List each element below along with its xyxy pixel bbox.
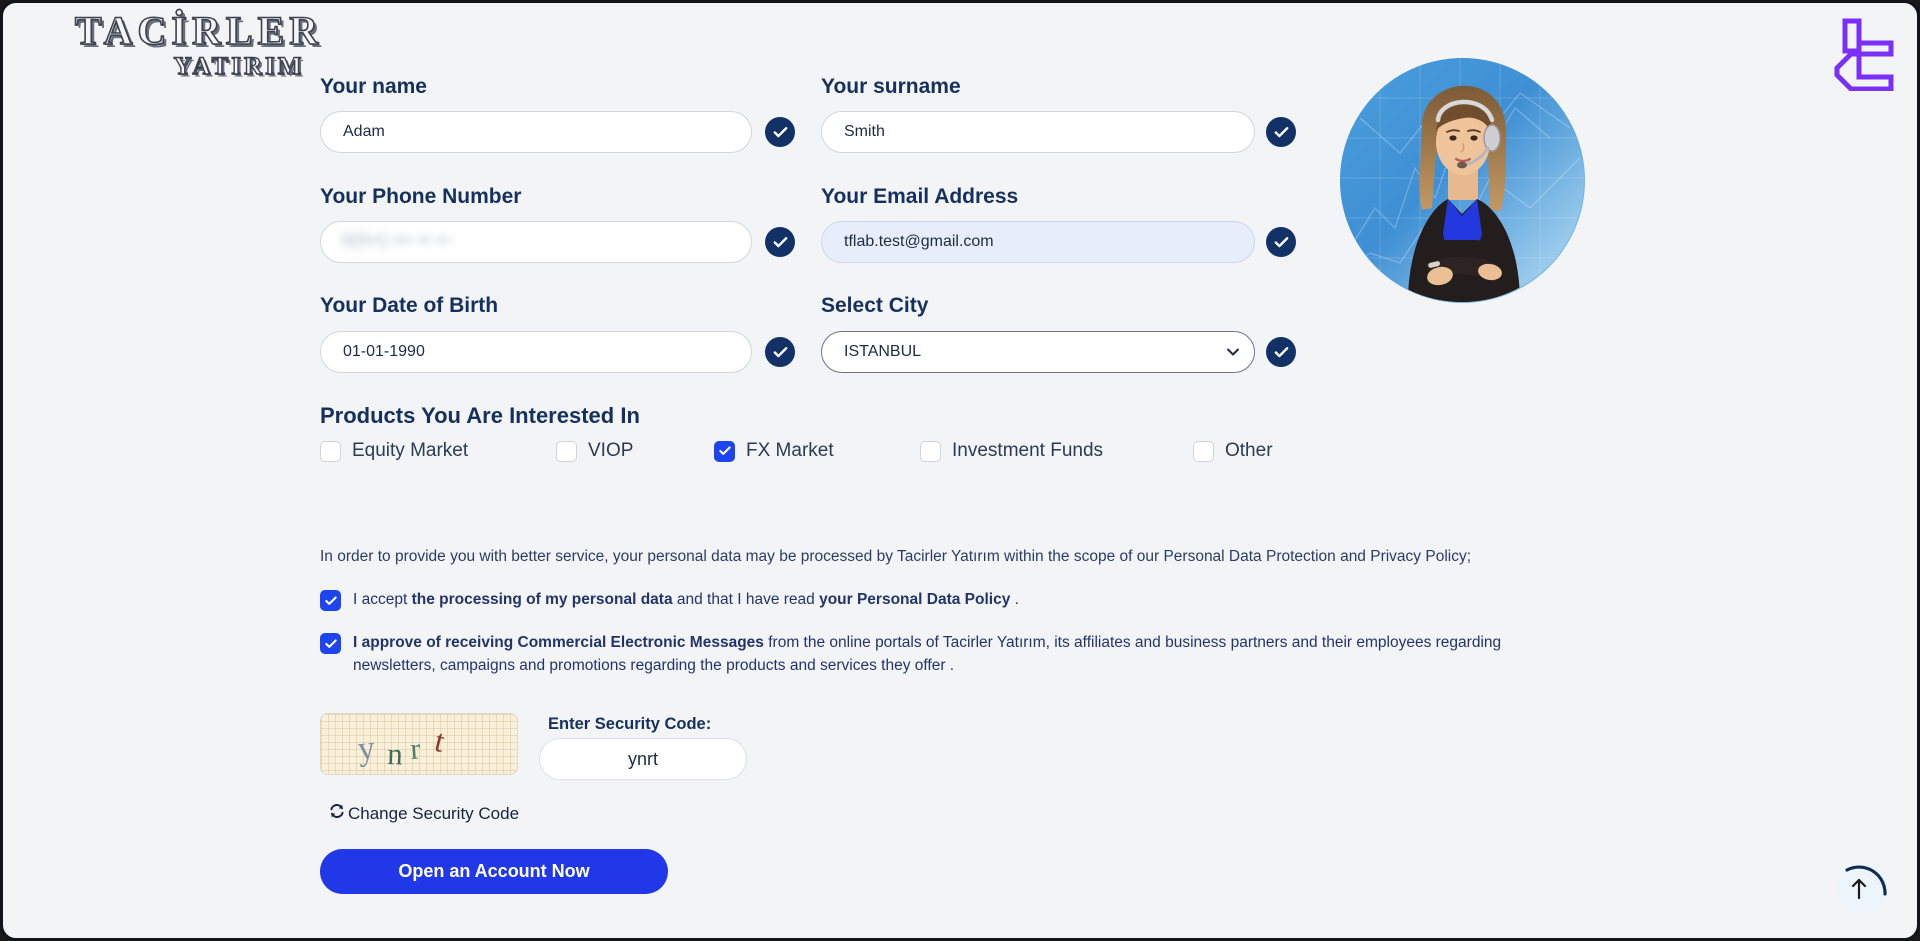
label-your-surname: Your surname [821, 75, 961, 98]
checkbox-investment-funds[interactable]: Investment Funds [920, 440, 1103, 462]
input-security-code[interactable] [539, 738, 747, 780]
svg-text:y: y [356, 729, 377, 768]
svg-text:t: t [431, 722, 448, 759]
checkbox-box-investment-funds[interactable] [920, 440, 941, 462]
refresh-icon [329, 803, 345, 824]
checkbox-label-viop: VIOP [588, 440, 634, 461]
customer-service-agent-photo [1340, 58, 1585, 303]
validation-check-name-icon [765, 117, 795, 147]
label-your-phone-number: Your Phone Number [320, 185, 522, 208]
consent-intro-text: In order to provide you with better serv… [320, 548, 1472, 565]
products-section-title: Products You Are Interested In [320, 403, 640, 428]
validation-check-phone-icon [765, 227, 795, 257]
consent-row-personal-data[interactable]: I accept the processing of my personal d… [320, 588, 1620, 611]
checkbox-equity-market[interactable]: Equity Market [320, 440, 468, 462]
label-your-name: Your name [320, 75, 427, 98]
validation-check-surname-icon [1266, 117, 1296, 147]
validation-check-city-icon [1266, 337, 1296, 367]
svg-text:n: n [387, 736, 404, 772]
checkbox-other[interactable]: Other [1193, 440, 1273, 462]
validation-check-email-icon [1266, 227, 1296, 257]
input-your-date-of-birth[interactable] [320, 331, 752, 373]
label-your-email-address: Your Email Address [821, 185, 1019, 208]
checkbox-label-fx-market: FX Market [746, 440, 834, 461]
consent-text-personal-data: I accept the processing of my personal d… [353, 591, 1019, 608]
checkbox-box-fx-market[interactable] [714, 440, 735, 462]
checkbox-label-other: Other [1225, 440, 1273, 461]
scroll-to-top-button[interactable] [1835, 860, 1891, 916]
checkbox-fx-market[interactable]: FX Market [714, 440, 834, 462]
captcha-label: Enter Security Code: [548, 715, 712, 733]
consent-row-commercial-messages[interactable]: I approve of receiving Commercial Electr… [320, 631, 1520, 678]
input-your-phone-number[interactable] [320, 221, 752, 263]
checkbox-box-personal-data[interactable] [320, 590, 341, 611]
browser-viewport: TACİRLER YATIRIM Your name Your surname … [0, 0, 1920, 941]
label-select-city: Select City [821, 294, 929, 317]
change-security-code-label: Change Security Code [348, 803, 520, 823]
checkbox-label-investment-funds: Investment Funds [952, 440, 1104, 461]
checkbox-box-other[interactable] [1193, 440, 1214, 462]
svg-text:r: r [409, 732, 421, 766]
checkbox-box-equity-market[interactable] [320, 440, 341, 462]
open-account-button[interactable]: Open an Account Now [320, 849, 668, 894]
phone-field-wrapper[interactable]: 0(5••) ••• •• •• [320, 221, 752, 263]
input-your-surname[interactable] [821, 111, 1255, 153]
change-security-code-link[interactable]: Change Security Code [329, 803, 519, 824]
checkbox-box-viop[interactable] [556, 440, 577, 462]
checkbox-label-equity-market: Equity Market [352, 440, 469, 461]
input-your-email-address[interactable] [821, 221, 1255, 263]
captcha-image: y n r t [320, 713, 518, 775]
validation-check-birthdate-icon [765, 337, 795, 367]
label-your-date-of-birth: Your Date of Birth [320, 294, 499, 317]
select-city[interactable]: ISTANBULANKARAIZMIRBURSAANTALYA [821, 331, 1255, 373]
checkbox-box-commercial-messages[interactable] [320, 633, 341, 654]
checkbox-viop[interactable]: VIOP [556, 440, 633, 462]
consent-text-commercial-messages: I approve of receiving Commercial Electr… [353, 634, 1502, 675]
input-your-name[interactable] [320, 111, 752, 153]
